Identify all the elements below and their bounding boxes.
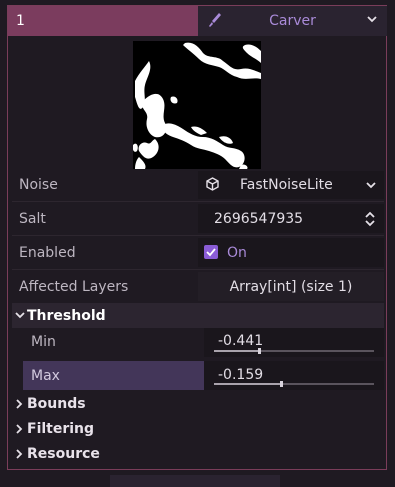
min-slider-grabber[interactable]	[257, 348, 261, 354]
filtering-label: Filtering	[27, 421, 95, 437]
affected-layers-label: Affected Layers	[19, 279, 129, 295]
affected-layers-array-button[interactable]: Array[int] (size 1)	[198, 272, 384, 301]
threshold-section-header[interactable]: Threshold	[12, 303, 384, 328]
checkmark-icon	[206, 248, 216, 257]
max-slider-fill	[214, 383, 282, 385]
chevron-right-icon	[16, 449, 23, 459]
bounds-label: Bounds	[27, 396, 86, 412]
max-label: Max	[31, 368, 60, 384]
cube-icon	[206, 177, 219, 191]
resource-picker[interactable]: Carver	[198, 6, 387, 36]
noise-value: FastNoiseLite	[240, 177, 333, 193]
row-divider	[12, 235, 384, 236]
enabled-label: Enabled	[19, 245, 76, 261]
salt-spinbox[interactable]: 2696547935	[198, 204, 384, 233]
max-slider-track	[214, 381, 374, 387]
affected-layers-value: Array[int] (size 1)	[229, 279, 353, 295]
chevron-right-icon	[16, 399, 23, 409]
checkbox[interactable]	[204, 245, 218, 259]
min-label: Min	[31, 334, 56, 350]
noise-label: Noise	[19, 177, 58, 193]
min-slider-track	[214, 348, 374, 354]
max-slider-grabber[interactable]	[280, 381, 284, 387]
array-index-label: 1	[8, 6, 198, 36]
bottom-partial-button[interactable]	[110, 475, 280, 487]
resource-section-header[interactable]: Resource	[12, 443, 384, 465]
chevron-down-icon[interactable]	[367, 15, 377, 23]
updown-arrows-icon[interactable]	[364, 211, 376, 227]
min-slider-fill	[214, 350, 259, 352]
chevron-right-icon	[16, 424, 23, 434]
min-slider[interactable]: -0.441	[204, 328, 384, 357]
salt-value: 2696547935	[214, 211, 304, 227]
salt-label: Salt	[19, 211, 46, 227]
max-value: -0.159	[218, 367, 264, 383]
enabled-value: On	[227, 245, 247, 261]
bounds-section-header[interactable]: Bounds	[12, 393, 384, 415]
threshold-label: Threshold	[27, 308, 106, 324]
row-divider	[12, 269, 384, 270]
chevron-down-icon[interactable]	[366, 181, 376, 189]
noise-resource-picker[interactable]: FastNoiseLite	[198, 171, 384, 199]
chevron-down-icon	[15, 312, 25, 319]
enabled-toggle[interactable]: On	[198, 238, 384, 267]
row-divider	[12, 201, 384, 202]
resource-name: Carver	[269, 13, 316, 29]
max-slider[interactable]: -0.159	[204, 361, 384, 390]
min-value: -0.441	[218, 333, 264, 349]
filtering-section-header[interactable]: Filtering	[12, 418, 384, 440]
resource-label: Resource	[27, 446, 100, 462]
noise-preview-image	[133, 41, 261, 169]
